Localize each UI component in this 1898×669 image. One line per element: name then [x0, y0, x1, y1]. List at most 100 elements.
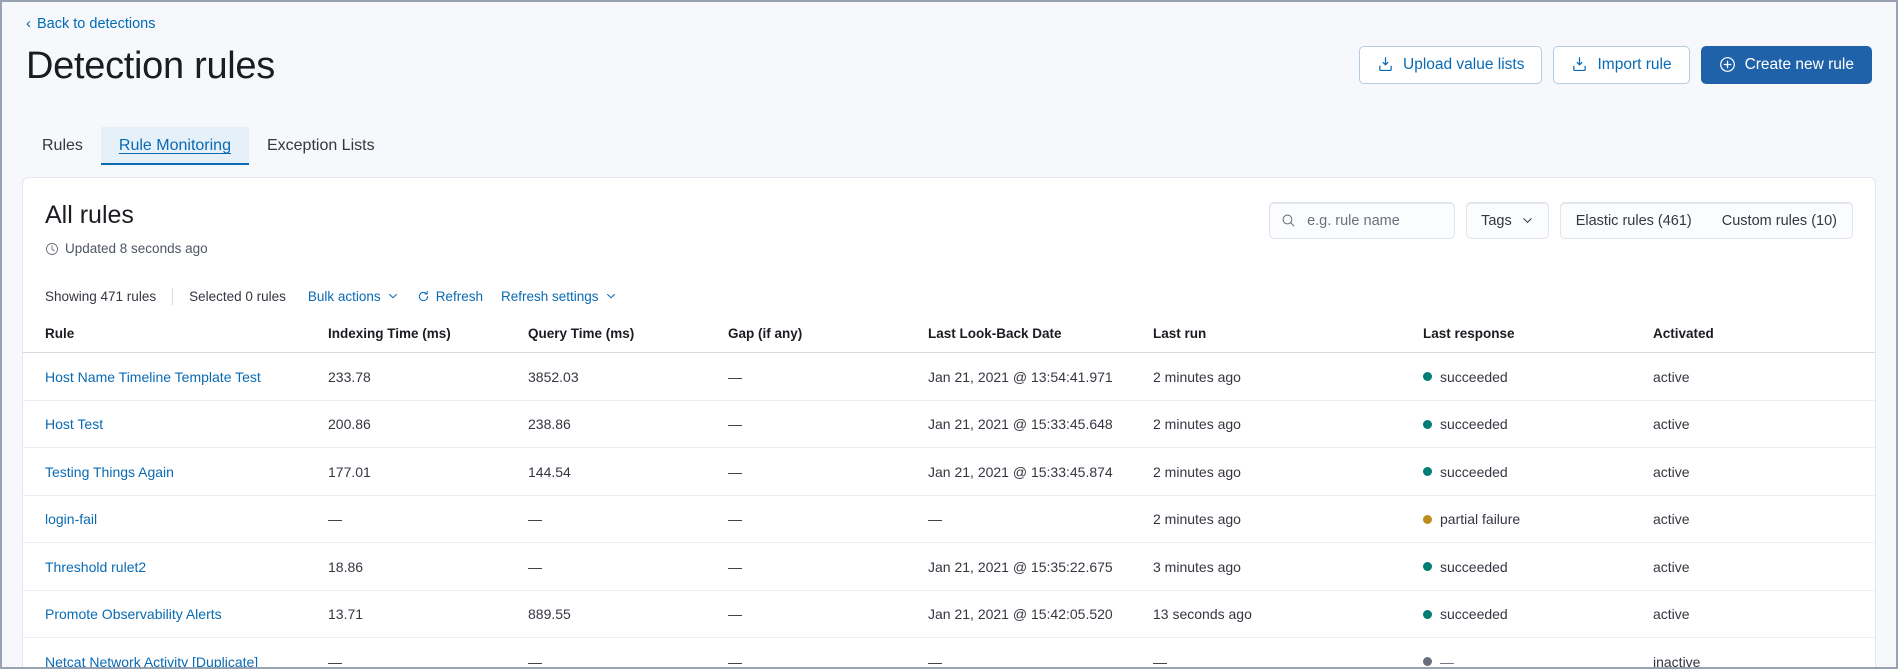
cell-query-time: 144.54	[528, 448, 728, 496]
bulk-actions-menu[interactable]: Bulk actions	[308, 289, 399, 304]
table-row: Netcat Network Activity [Duplicate]—————…	[23, 638, 1875, 669]
column-header-last-run[interactable]: Last run	[1153, 320, 1423, 353]
cell-last-look-back: Jan 21, 2021 @ 15:33:45.874	[928, 448, 1153, 496]
rules-table: Rule Indexing Time (ms) Query Time (ms) …	[23, 320, 1875, 669]
cell-last-run: 3 minutes ago	[1153, 543, 1423, 591]
status-dot-icon	[1423, 420, 1432, 429]
tab-rule-monitoring[interactable]: Rule Monitoring	[101, 127, 249, 165]
rule-name-label[interactable]: Threshold rulet2	[45, 559, 146, 575]
status-dot-icon	[1423, 515, 1432, 524]
cell-query-time: —	[528, 543, 728, 591]
header-title-row: Detection rules Upload value lists Impor…	[26, 42, 1872, 91]
refresh-button[interactable]: Refresh	[417, 289, 483, 304]
rule-name-label[interactable]: Testing Things Again	[45, 464, 174, 480]
cell-activated: active	[1653, 400, 1875, 448]
rule-name-link[interactable]: Testing Things Again	[23, 448, 328, 496]
column-header-last-response[interactable]: Last response	[1423, 320, 1653, 353]
cell-activated: active	[1653, 448, 1875, 496]
column-header-rule[interactable]: Rule	[23, 320, 328, 353]
cell-gap: —	[728, 590, 928, 638]
refresh-settings-label: Refresh settings	[501, 289, 599, 304]
rule-name-link[interactable]: Netcat Network Activity [Duplicate]	[23, 638, 328, 669]
bulk-actions-label: Bulk actions	[308, 289, 381, 304]
status-label: succeeded	[1440, 559, 1508, 575]
refresh-settings-menu[interactable]: Refresh settings	[501, 289, 617, 304]
segment-elastic-rules[interactable]: Elastic rules (461)	[1561, 203, 1707, 238]
status-badge: succeeded	[1423, 416, 1508, 432]
updated-status: Updated 8 seconds ago	[45, 241, 208, 256]
upload-value-lists-label: Upload value lists	[1403, 57, 1524, 73]
tab-rules[interactable]: Rules	[24, 127, 101, 165]
cell-query-time: —	[528, 495, 728, 543]
column-header-gap[interactable]: Gap (if any)	[728, 320, 928, 353]
status-dot-icon	[1423, 467, 1432, 476]
table-row: Host Test 200.86238.86—Jan 21, 2021 @ 15:…	[23, 400, 1875, 448]
status-label: succeeded	[1440, 606, 1508, 622]
panel-filters: Tags Elastic rules (461) Custom rules (1…	[1269, 200, 1853, 239]
column-header-last-look-back[interactable]: Last Look-Back Date	[928, 320, 1153, 353]
cell-indexing-time: —	[328, 638, 528, 669]
cell-gap: —	[728, 543, 928, 591]
showing-rules-count: Showing 471 rules	[45, 289, 156, 304]
table-row: login-fail————2 minutes agopartial failu…	[23, 495, 1875, 543]
rule-name-label[interactable]: Host Name Timeline Template Test	[45, 369, 261, 385]
column-header-activated[interactable]: Activated	[1653, 320, 1875, 353]
rule-name-link[interactable]: Host Name Timeline Template Test	[23, 353, 328, 401]
toolbar-divider	[172, 288, 173, 305]
rule-name-label[interactable]: login-fail	[45, 511, 97, 527]
search-box[interactable]	[1269, 202, 1455, 239]
panel-header: All rules Updated 8 seconds ago	[23, 200, 1875, 256]
cell-query-time: 889.55	[528, 590, 728, 638]
rule-name-link[interactable]: login-fail	[23, 495, 328, 543]
status-dot-icon	[1423, 562, 1432, 571]
cell-last-look-back: Jan 21, 2021 @ 15:35:22.675	[928, 543, 1153, 591]
table-row: Host Name Timeline Template Test 233.7838…	[23, 353, 1875, 401]
rule-name-label[interactable]: Host Test	[45, 416, 103, 432]
cell-activated: inactive	[1653, 638, 1875, 669]
cell-query-time: 3852.03	[528, 353, 728, 401]
page-header: ‹ Back to detections Detection rules Upl…	[2, 2, 1896, 91]
cell-last-look-back: Jan 21, 2021 @ 15:33:45.648	[928, 400, 1153, 448]
import-rule-label: Import rule	[1597, 57, 1671, 73]
tags-filter-button[interactable]: Tags	[1466, 202, 1549, 239]
rule-name-link[interactable]: Promote Observability Alerts	[23, 590, 328, 638]
search-input[interactable]	[1305, 212, 1443, 230]
back-to-detections-link[interactable]: ‹ Back to detections	[26, 17, 156, 32]
panel-title: All rules	[45, 200, 208, 230]
chevron-down-icon	[1521, 214, 1534, 227]
segment-custom-rules-label: Custom rules (10)	[1722, 213, 1837, 229]
rule-name-link[interactable]: Threshold rulet2	[23, 543, 328, 591]
cell-last-run: 2 minutes ago	[1153, 448, 1423, 496]
cell-indexing-time: 233.78	[328, 353, 528, 401]
selected-rules-count: Selected 0 rules	[189, 289, 286, 304]
import-rule-button[interactable]: Import rule	[1553, 46, 1689, 84]
create-new-rule-button[interactable]: Create new rule	[1701, 46, 1872, 84]
status-dot-icon	[1423, 610, 1432, 619]
tab-exception-lists[interactable]: Exception Lists	[249, 127, 393, 165]
cell-indexing-time: 200.86	[328, 400, 528, 448]
column-header-query-time[interactable]: Query Time (ms)	[528, 320, 728, 353]
rule-name-label[interactable]: Netcat Network Activity [Duplicate]	[45, 654, 258, 669]
panel-title-group: All rules Updated 8 seconds ago	[45, 200, 208, 256]
table-toolbar: Showing 471 rules Selected 0 rules Bulk …	[23, 286, 1875, 306]
rule-name-label[interactable]: Promote Observability Alerts	[45, 606, 222, 622]
chevron-left-icon: ‹	[26, 16, 31, 31]
column-header-indexing-time[interactable]: Indexing Time (ms)	[328, 320, 528, 353]
import-upload-icon	[1571, 56, 1588, 73]
segment-custom-rules[interactable]: Custom rules (10)	[1707, 203, 1852, 238]
cell-query-time: 238.86	[528, 400, 728, 448]
tab-rule-monitoring-label: Rule Monitoring	[119, 137, 231, 154]
cell-activated: active	[1653, 543, 1875, 591]
cell-activated: active	[1653, 353, 1875, 401]
cell-last-look-back: —	[928, 638, 1153, 669]
cell-last-response: succeeded	[1423, 590, 1653, 638]
rule-name-link[interactable]: Host Test	[23, 400, 328, 448]
cell-last-look-back: Jan 21, 2021 @ 15:42:05.520	[928, 590, 1153, 638]
chevron-down-icon	[605, 290, 617, 302]
cell-activated: active	[1653, 495, 1875, 543]
status-dot-icon	[1423, 657, 1432, 666]
status-badge: succeeded	[1423, 464, 1508, 480]
all-rules-panel: All rules Updated 8 seconds ago	[22, 177, 1876, 669]
cell-gap: —	[728, 400, 928, 448]
upload-value-lists-button[interactable]: Upload value lists	[1359, 46, 1542, 84]
